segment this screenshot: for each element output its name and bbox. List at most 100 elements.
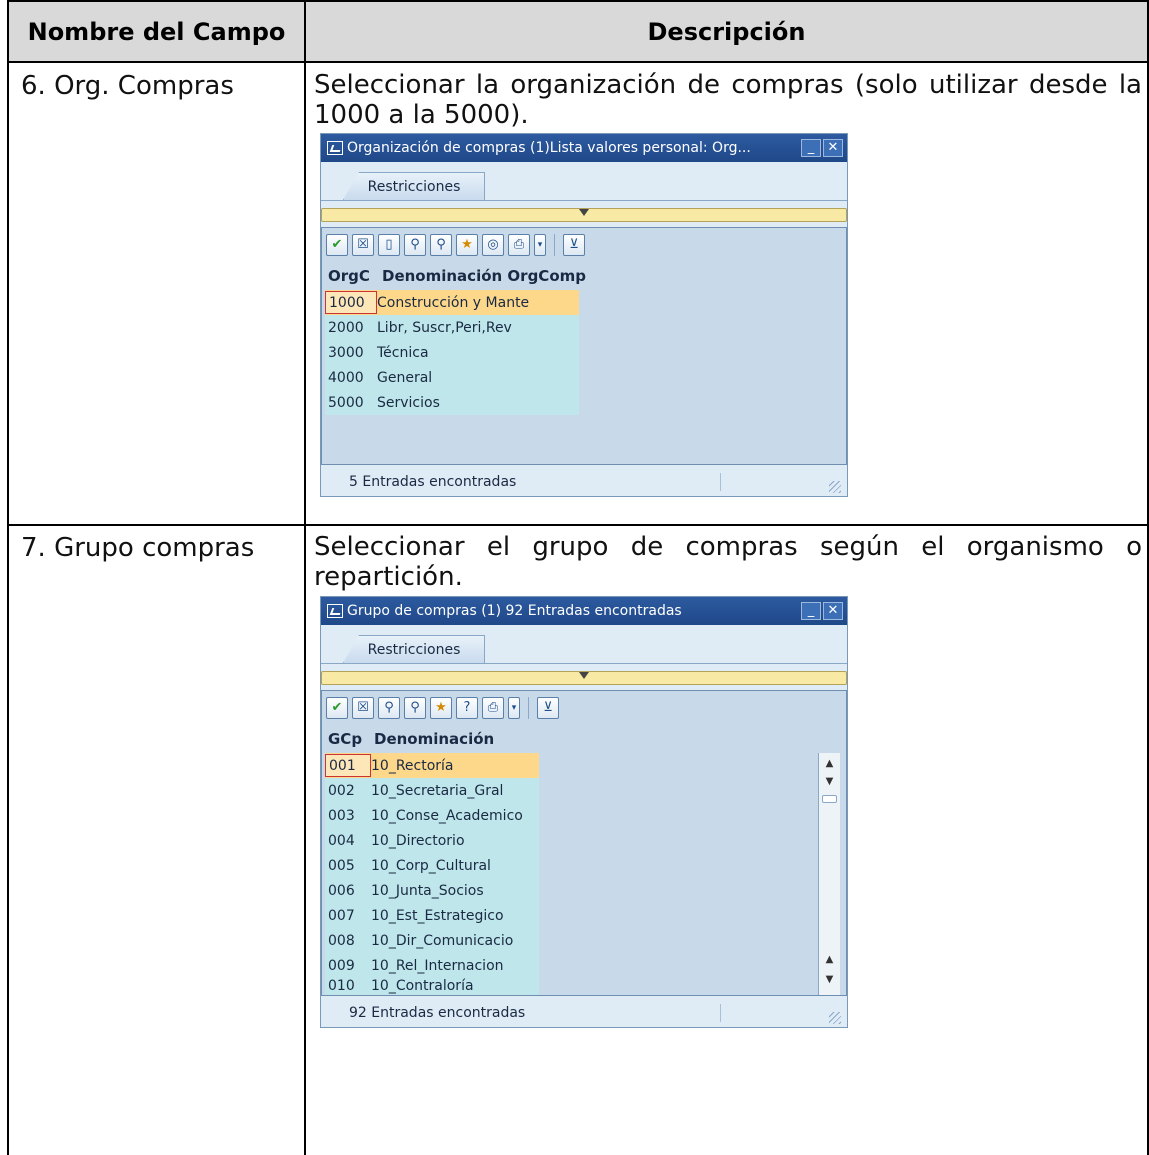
expand-arrow-icon — [579, 672, 589, 679]
row-key: 005 — [328, 857, 355, 874]
description-text: Seleccionar la organización de compras (… — [314, 70, 1142, 130]
table-row[interactable]: 008 10_Dir_Comunicacio — [325, 928, 539, 953]
col-header-name[interactable]: Denominación OrgComp — [382, 264, 586, 288]
dialog-titlebar[interactable]: Grupo de compras (1) 92 Entradas encontr… — [321, 597, 847, 625]
table-row[interactable]: 3000 Técnica — [325, 340, 579, 365]
table-row[interactable]: 003 10_Conse_Academico — [325, 803, 539, 828]
col-header-name[interactable]: Denominación — [374, 727, 494, 751]
status-text: 5 Entradas encontradas — [349, 474, 517, 490]
cancel-icon[interactable]: ☒ — [352, 234, 374, 256]
table-row[interactable]: 2000 Libr, Suscr,Peri,Rev — [325, 315, 579, 340]
row-key: 008 — [328, 932, 355, 949]
row-key: 004 — [328, 832, 355, 849]
print-icon[interactable]: ⎙ — [482, 697, 504, 719]
status-divider — [720, 1004, 721, 1022]
status-divider — [720, 473, 721, 491]
dialog-titlebar[interactable]: Organización de compras (1)Lista valores… — [321, 134, 847, 162]
value-list-grid: ✔ ☒ ⚲ ⚲ ★ ? ⎙ ▾ ⊻ GCp Denominación 001 10… — [321, 690, 847, 996]
table-row[interactable]: 005 10_Corp_Cultural — [325, 853, 539, 878]
filter-icon[interactable]: ⊻ — [537, 697, 559, 719]
grid-toolbar: ✔ ☒ ⚲ ⚲ ★ ? ⎙ ▾ ⊻ — [326, 697, 559, 719]
field-org-compras: 6. Org. Compras — [21, 71, 234, 101]
table-row[interactable]: 010 10_Contraloría — [325, 978, 539, 995]
vertical-scrollbar[interactable]: ▲ ▼ ▲ ▼ — [818, 753, 840, 995]
col-header-key[interactable]: GCp — [328, 727, 374, 751]
row-name: 10_Rectoría — [371, 757, 454, 774]
find-icon[interactable]: ⚲ — [378, 697, 400, 719]
row-key: 010 — [328, 978, 355, 994]
restrictions-toggle-bar[interactable] — [321, 671, 847, 685]
minimize-button[interactable]: _ — [801, 602, 821, 620]
scroll-thumb[interactable] — [822, 795, 837, 803]
table-row[interactable]: 1000 Construcción y Mante — [325, 290, 579, 315]
table-row[interactable]: 006 10_Junta_Socios — [325, 878, 539, 903]
description-grupo-compras: Seleccionar el grupo de compras según el… — [314, 532, 1142, 592]
row-name: 10_Directorio — [371, 832, 465, 849]
dialog-title: Grupo de compras (1) 92 Entradas encontr… — [347, 603, 682, 619]
table-row[interactable]: 5000 Servicios — [325, 390, 579, 415]
toolbar-separator — [554, 234, 555, 256]
scroll-down-icon[interactable]: ▼ — [819, 773, 840, 791]
row-key: 4000 — [328, 369, 364, 386]
dialog-title: Organización de compras (1)Lista valores… — [347, 140, 751, 156]
row-key: 001 — [325, 754, 371, 777]
info-icon[interactable]: ◎ — [482, 234, 504, 256]
favorite-icon[interactable]: ★ — [456, 234, 478, 256]
restrictions-toggle-bar[interactable] — [321, 208, 847, 222]
tab-restricciones[interactable]: Restricciones — [343, 172, 485, 200]
table-row-divider — [7, 524, 1149, 526]
row-name: 10_Conse_Academico — [371, 807, 523, 824]
scroll-up-icon[interactable]: ▲ — [819, 755, 840, 773]
row-key: 2000 — [328, 319, 364, 336]
row-name: 10_Contraloría — [371, 978, 474, 994]
row-key: 006 — [328, 882, 355, 899]
dropdown-icon[interactable]: ▾ — [534, 234, 546, 256]
tab-restricciones[interactable]: Restricciones — [343, 635, 485, 663]
close-button[interactable]: ✕ — [823, 602, 843, 620]
row-name: 10_Corp_Cultural — [371, 857, 491, 874]
cancel-icon[interactable]: ☒ — [352, 697, 374, 719]
row-name: 10_Junta_Socios — [371, 882, 484, 899]
window-icon — [327, 141, 343, 155]
minimize-button[interactable]: _ — [801, 139, 821, 157]
row-name: 10_Dir_Comunicacio — [371, 932, 514, 949]
row-name: Técnica — [377, 344, 429, 361]
check-icon[interactable]: ✔ — [326, 697, 348, 719]
tab-underline — [321, 663, 847, 664]
row-key: 009 — [328, 957, 355, 974]
table-row[interactable]: 009 10_Rel_Internacion — [325, 953, 539, 978]
row-name: Servicios — [377, 394, 440, 411]
table-row[interactable]: 001 10_Rectoría — [325, 753, 539, 778]
row-key: 003 — [328, 807, 355, 824]
status-text: 92 Entradas encontradas — [349, 1005, 526, 1021]
row-name: Construcción y Mante — [377, 294, 530, 311]
resize-grip-icon[interactable] — [829, 1012, 841, 1024]
row-name: 10_Secretaria_Gral — [371, 782, 504, 799]
print-icon[interactable]: ⎙ — [508, 234, 530, 256]
table-border-left — [7, 63, 9, 1155]
favorite-icon[interactable]: ★ — [430, 697, 452, 719]
status-bar: 5 Entradas encontradas — [321, 467, 847, 497]
table-row[interactable]: 004 10_Directorio — [325, 828, 539, 853]
help-icon[interactable]: ? — [456, 697, 478, 719]
dialog-org-compras: Organización de compras (1)Lista valores… — [320, 133, 848, 497]
row-key: 007 — [328, 907, 355, 924]
find-next-icon[interactable]: ⚲ — [430, 234, 452, 256]
check-icon[interactable]: ✔ — [326, 234, 348, 256]
tab-underline — [321, 200, 847, 201]
table-column-divider — [304, 63, 306, 1155]
resize-grip-icon[interactable] — [829, 481, 841, 493]
col-header-key[interactable]: OrgC — [328, 264, 380, 288]
filter-icon[interactable]: ⊻ — [563, 234, 585, 256]
table-row[interactable]: 4000 General — [325, 365, 579, 390]
new-doc-icon[interactable]: ▯ — [378, 234, 400, 256]
find-icon[interactable]: ⚲ — [404, 234, 426, 256]
close-button[interactable]: ✕ — [823, 139, 843, 157]
dropdown-icon[interactable]: ▾ — [508, 697, 520, 719]
toolbar-separator — [528, 697, 529, 719]
scroll-down-icon[interactable]: ▼ — [819, 971, 840, 989]
table-row[interactable]: 002 10_Secretaria_Gral — [325, 778, 539, 803]
table-row[interactable]: 007 10_Est_Estrategico — [325, 903, 539, 928]
scroll-up-icon[interactable]: ▲ — [819, 951, 840, 969]
find-next-icon[interactable]: ⚲ — [404, 697, 426, 719]
